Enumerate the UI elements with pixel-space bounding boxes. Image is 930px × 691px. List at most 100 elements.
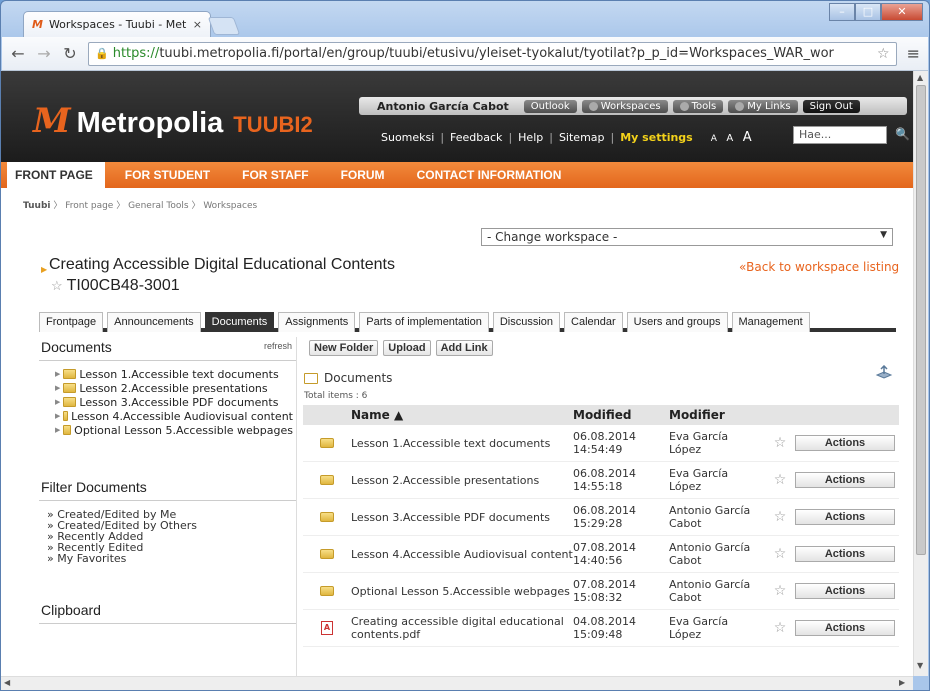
row-name-link[interactable]: Lesson 1.Accessible text documents [351,437,573,450]
upload-button[interactable]: Upload [383,340,431,356]
favorite-star-icon[interactable]: ☆ [51,278,63,294]
my-links-icon [735,101,745,111]
crumb-workspaces[interactable]: Workspaces [203,201,257,211]
tree-item[interactable]: ▶ Optional Lesson 5.Accessible webpages [55,423,293,437]
metropolia-logo[interactable]: M Metropolia TUUBI2 [33,101,313,141]
bookmark-star-icon[interactable]: ☆ [873,46,890,62]
link-my-settings[interactable]: My settings [620,131,693,144]
favorite-star-icon[interactable]: ☆ [765,620,795,636]
favorite-star-icon[interactable]: ☆ [765,583,795,599]
tab-calendar[interactable]: Calendar [564,312,623,332]
scroll-down-icon[interactable]: ▼ [917,661,923,670]
row-name-link[interactable]: Optional Lesson 5.Accessible webpages [351,585,573,598]
back-to-workspace-listing-link[interactable]: «Back to workspace listing [739,260,899,274]
actions-button[interactable]: Actions [795,435,895,451]
font-size-controls[interactable]: A A A [711,130,755,145]
row-name-link[interactable]: Lesson 3.Accessible PDF documents [351,511,573,524]
favorite-star-icon[interactable]: ☆ [765,509,795,525]
column-name[interactable]: Name ▲ [351,408,573,422]
url-scheme: https:// [112,46,160,61]
tab-documents[interactable]: Documents [204,312,275,332]
folder-icon [320,586,334,596]
scrollbar-thumb[interactable] [916,85,926,555]
expand-icon: ▶ [55,398,61,406]
forward-arrow-icon[interactable]: → [36,44,52,63]
crumb-general-tools[interactable]: General Tools [128,201,189,211]
link-sitemap[interactable]: Sitemap [559,131,605,144]
tab-management[interactable]: Management [731,312,810,332]
scroll-up-icon[interactable]: ▲ [917,73,923,82]
favorite-star-icon[interactable]: ☆ [765,472,795,488]
actions-button[interactable]: Actions [795,509,895,525]
sign-out-button[interactable]: Sign Out [802,99,860,113]
tree-item[interactable]: ▶ Lesson 3.Accessible PDF documents [55,395,293,409]
table-row: A Creating accessible digital educationa… [303,610,899,647]
link-feedback[interactable]: Feedback [450,131,502,144]
nav-for-staff[interactable]: FOR STAFF [222,162,320,188]
tab-parts-of-implementation[interactable]: Parts of implementation [359,312,489,332]
browser-menu-icon[interactable]: ≡ [907,44,920,63]
row-name-link[interactable]: Creating accessible digital educational … [351,615,573,641]
tab-assignments[interactable]: Assignments [278,312,356,332]
upload-tray-icon[interactable] [875,365,893,381]
close-window-icon[interactable]: ✕ [881,3,923,21]
my-links-button[interactable]: My Links [728,99,798,113]
outlook-button[interactable]: Outlook [523,99,577,113]
search-input[interactable]: Hae... [793,126,887,144]
tab-frontpage[interactable]: Frontpage [39,312,104,332]
table-row: Lesson 4.Accessible Audiovisual content … [303,536,899,573]
tab-title: Workspaces - Tuubi - Met [48,18,187,31]
filter-my-favorites[interactable]: » My Favorites [47,553,296,564]
minimize-icon[interactable]: – [829,3,855,21]
document-actions: New Folder Upload Add Link [301,337,901,356]
actions-button[interactable]: Actions [795,583,895,599]
tab-users-and-groups[interactable]: Users and groups [626,312,728,332]
favorite-star-icon[interactable]: ☆ [765,435,795,451]
tree-item[interactable]: ▶ Lesson 1.Accessible text documents [55,367,293,381]
scroll-left-icon[interactable]: ◀ [4,678,10,687]
nav-contact-information[interactable]: CONTACT INFORMATION [397,162,574,188]
favorite-star-icon[interactable]: ☆ [765,546,795,562]
new-folder-button[interactable]: New Folder [309,340,379,356]
browser-tab[interactable]: M Workspaces - Tuubi - Met × [23,11,211,37]
total-items: Total items : 6 [304,391,368,401]
reload-icon[interactable]: ↻ [62,44,78,63]
search-icon[interactable]: 🔍 [895,127,910,141]
refresh-link[interactable]: refresh [264,341,292,351]
vertical-scrollbar[interactable]: ▲ ▼ [913,71,928,676]
nav-for-student[interactable]: FOR STUDENT [105,162,222,188]
address-bar[interactable]: 🔒 https:// tuubi.metropolia.fi/portal/en… [88,41,897,66]
nav-forum[interactable]: FORUM [321,162,397,188]
maximize-icon[interactable]: □ [855,3,881,21]
link-suomeksi[interactable]: Suomeksi [381,131,434,144]
column-modified[interactable]: Modified [573,408,669,422]
row-name-link[interactable]: Lesson 2.Accessible presentations [351,474,573,487]
actions-button[interactable]: Actions [795,546,895,562]
column-modifier[interactable]: Modifier [669,408,765,422]
tab-close-icon[interactable]: × [193,18,202,31]
nav-front-page[interactable]: FRONT PAGE [7,162,105,188]
tree-item[interactable]: ▶ Lesson 2.Accessible presentations [55,381,293,395]
actions-button[interactable]: Actions [795,472,895,488]
crumb-front-page[interactable]: Front page [65,201,113,211]
filter-documents-heading: Filter Documents [39,477,296,501]
lock-icon: 🔒 [95,47,109,60]
workspace-arrow-icon: ▶ [41,265,48,274]
row-name-link[interactable]: Lesson 4.Accessible Audiovisual content [351,548,573,561]
tab-announcements[interactable]: Announcements [107,312,201,332]
back-arrow-icon[interactable]: ← [10,44,26,63]
new-tab-button[interactable] [207,17,241,35]
link-help[interactable]: Help [518,131,543,144]
crumb-tuubi[interactable]: Tuubi [23,201,51,211]
actions-button[interactable]: Actions [795,620,895,636]
tab-discussion[interactable]: Discussion [492,312,561,332]
tools-button[interactable]: Tools [672,99,724,113]
tree-item[interactable]: ▶ Lesson 4.Accessible Audiovisual content [55,409,293,423]
change-workspace-select[interactable]: - Change workspace - ▼ [481,228,893,246]
folder-icon [320,475,334,485]
horizontal-scrollbar[interactable]: ◀ ▶ [1,676,913,690]
add-link-button[interactable]: Add Link [435,340,493,356]
scroll-right-icon[interactable]: ▶ [899,678,905,687]
workspaces-button[interactable]: Workspaces [581,99,668,113]
table-row: Lesson 2.Accessible presentations 06.08.… [303,462,899,499]
